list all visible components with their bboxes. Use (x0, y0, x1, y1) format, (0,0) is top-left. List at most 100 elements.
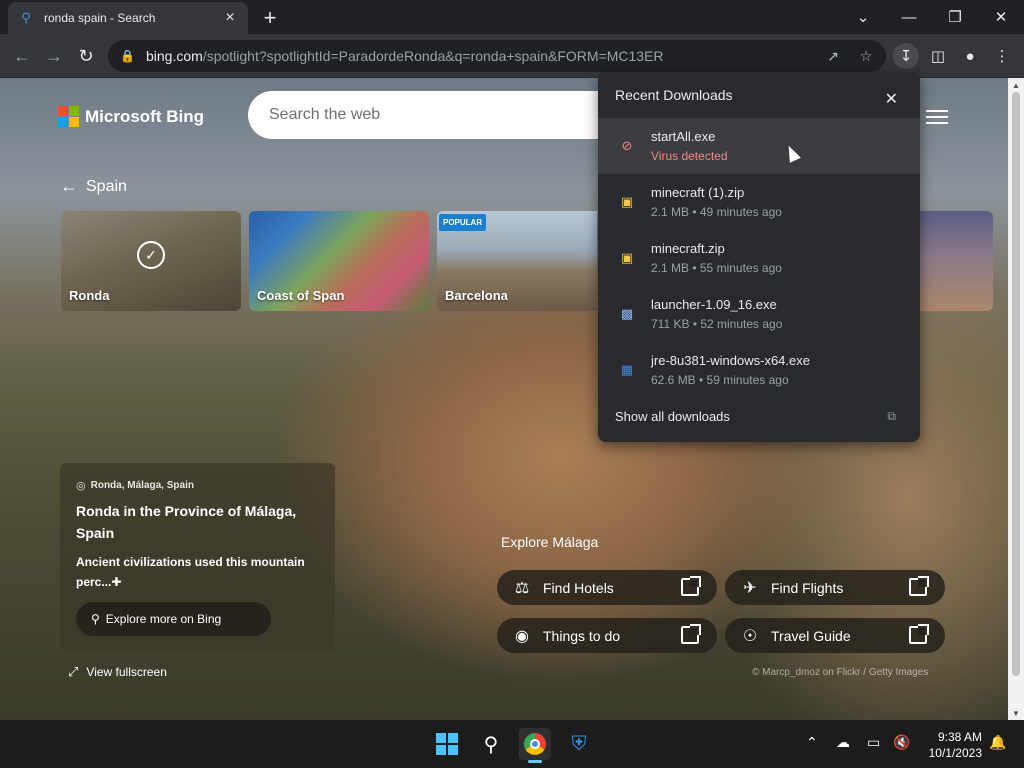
logo-text: Microsoft Bing (85, 106, 204, 126)
menu-kebab-icon[interactable]: ⋮ (989, 43, 1015, 69)
card-label: Barcelona (445, 288, 508, 303)
address-bar[interactable]: 🔒 bing.com/spotlight?spotlightId=Parador… (108, 40, 886, 72)
card-ronda[interactable]: ✓ Ronda (61, 211, 241, 311)
volume-muted-icon[interactable]: 🔇 (893, 734, 910, 751)
zip-folder-icon: ▣ (620, 194, 634, 209)
explore-title: Explore Málaga (501, 534, 599, 550)
scroll-up-arrow-icon[interactable]: ▲ (1008, 78, 1024, 92)
expand-plus-icon[interactable]: ✚ (111, 575, 121, 589)
installer-icon: ▦ (620, 362, 634, 377)
card-barcelona[interactable]: POPULAR Barcelona (437, 211, 597, 311)
hamburger-menu-icon[interactable] (926, 110, 948, 124)
tray-chevron-up-icon[interactable]: ⌃ (806, 734, 818, 751)
external-link-icon (909, 576, 929, 596)
view-fullscreen-link[interactable]: ⤢ View fullscreen (68, 664, 167, 680)
microsoft-logo-icon (58, 106, 79, 127)
download-item[interactable]: ▦ jre-8u381-windows-x64.exe 62.6 MB • 59… (598, 342, 920, 398)
downloads-bubble: Recent Downloads ✕ ⊘ startAll.exe Virus … (598, 72, 920, 442)
download-item[interactable]: ▣ minecraft (1).zip 2.1 MB • 49 minutes … (598, 174, 920, 230)
bing-logo[interactable]: Microsoft Bing (58, 106, 204, 127)
back-to-spain-link[interactable]: ← Spain (60, 176, 127, 197)
travel-guide-button[interactable]: ☉ Travel Guide (725, 618, 945, 653)
url-path: /spotlight?spotlightId=ParadordeRonda&q=… (202, 48, 664, 64)
search-box[interactable] (248, 91, 628, 139)
find-flights-label: Find Flights (771, 579, 844, 596)
binoculars-icon: ◉ (515, 627, 529, 645)
share-icon[interactable]: ↗ (823, 46, 843, 66)
download-item[interactable]: ▩ launcher-1.09_16.exe 711 KB • 52 minut… (598, 286, 920, 342)
download-name: minecraft (1).zip (651, 185, 745, 200)
notification-bell-icon[interactable]: 🔔 (989, 734, 1006, 751)
tab-close-icon[interactable]: × (222, 9, 238, 26)
open-external-icon[interactable]: ⧉ (887, 409, 896, 424)
downloads-close-icon[interactable]: ✕ (885, 89, 898, 109)
card-coast-of-spain[interactable]: Coast of Span (249, 211, 429, 311)
location-text: Ronda, Málaga, Spain (90, 480, 194, 491)
minimize-button[interactable]: — (886, 0, 932, 34)
download-status: Virus detected (651, 149, 728, 163)
system-clock[interactable]: 9:38 AM 10/1/2023 (918, 729, 982, 761)
display-icon[interactable]: ▭ (867, 734, 880, 751)
profile-avatar-icon[interactable]: ● (957, 43, 983, 69)
url-host: bing.com (146, 48, 203, 64)
bookmark-star-icon[interactable]: ☆ (856, 46, 876, 66)
new-tab-button[interactable]: + (258, 5, 282, 30)
title-bar: ⚲ ronda spain - Search × + ⌄ — ❐ ✕ (0, 0, 1024, 34)
find-hotels-label: Find Hotels (543, 579, 614, 596)
tab-search-chevron-icon[interactable]: ⌄ (840, 0, 886, 34)
lock-icon: 🔒 (120, 49, 135, 63)
windows-logo-icon (436, 733, 458, 755)
download-name: minecraft.zip (651, 241, 725, 256)
things-to-do-button[interactable]: ◉ Things to do (497, 618, 717, 653)
view-fullscreen-label: View fullscreen (86, 665, 167, 679)
bed-icon: ⚖ (514, 579, 530, 597)
download-status: 2.1 MB • 55 minutes ago (651, 261, 782, 275)
download-item[interactable]: ⊘ startAll.exe Virus detected (598, 118, 920, 174)
travel-guide-label: Travel Guide (771, 627, 851, 644)
card-next-partial[interactable] (919, 211, 993, 311)
forward-arrow-icon[interactable]: → (41, 43, 67, 69)
side-panel-icon[interactable]: ◫ (925, 43, 951, 69)
image-credit: © Marcp_dmoz on Flickr / Getty Images (752, 667, 929, 678)
scroll-down-arrow-icon[interactable]: ▼ (1008, 706, 1024, 720)
show-all-downloads-link[interactable]: Show all downloads (615, 409, 730, 424)
download-name: jre-8u381-windows-x64.exe (651, 353, 810, 368)
reload-icon[interactable]: ↻ (73, 43, 99, 69)
tab-active[interactable]: ⚲ ronda spain - Search × (8, 2, 248, 34)
location-line: ◎ Ronda, Málaga, Spain (76, 479, 319, 492)
left-arrow-icon: ← (60, 176, 78, 196)
external-link-icon (681, 576, 701, 596)
external-link-icon (681, 624, 701, 644)
find-flights-button[interactable]: ✈ Find Flights (725, 570, 945, 605)
download-status: 62.6 MB • 59 minutes ago (651, 373, 789, 387)
explore-more-label: Explore more on Bing (105, 612, 222, 626)
start-button[interactable] (431, 728, 463, 760)
magnifier-icon: ⚲ (91, 612, 100, 626)
close-window-button[interactable]: ✕ (978, 0, 1024, 34)
download-name: startAll.exe (651, 129, 716, 144)
explore-more-button[interactable]: ⚲ Explore more on Bing (76, 602, 271, 636)
restore-button[interactable]: ❐ (932, 0, 978, 34)
onedrive-cloud-icon[interactable]: ☁ (836, 734, 850, 751)
search-icon[interactable]: ⚲ (475, 728, 507, 760)
downloads-title: Recent Downloads (615, 87, 733, 103)
clock-time: 9:38 AM (937, 730, 982, 744)
downloads-icon[interactable]: ↧ (893, 43, 919, 69)
download-item[interactable]: ▣ minecraft.zip 2.1 MB • 55 minutes ago (598, 230, 920, 286)
card-label: Coast of Span (257, 288, 345, 303)
windows-security-shield-icon[interactable]: ⛨ (563, 728, 595, 760)
expand-diagonal-icon: ⤢ (68, 664, 79, 679)
clock-date: 10/1/2023 (928, 746, 982, 760)
back-arrow-icon[interactable]: ← (9, 43, 35, 69)
info-description[interactable]: Ancient civilizations used this mountain… (76, 552, 319, 592)
page-scrollbar[interactable]: ▲ ▼ (1008, 78, 1024, 720)
scrollbar-thumb[interactable] (1012, 92, 1020, 676)
exe-icon: ▩ (620, 306, 634, 321)
search-input[interactable] (269, 106, 599, 124)
download-name: launcher-1.09_16.exe (651, 297, 777, 312)
chrome-taskbar-button[interactable] (519, 728, 551, 763)
card-label: Ronda (69, 288, 110, 303)
find-hotels-button[interactable]: ⚖ Find Hotels (497, 570, 717, 605)
blocked-icon: ⊘ (621, 138, 633, 153)
windows-taskbar: ⚲ ⛨ ⌃ ☁ ▭ 🔇 9:38 AM 10/1/2023 🔔 (0, 720, 1024, 768)
